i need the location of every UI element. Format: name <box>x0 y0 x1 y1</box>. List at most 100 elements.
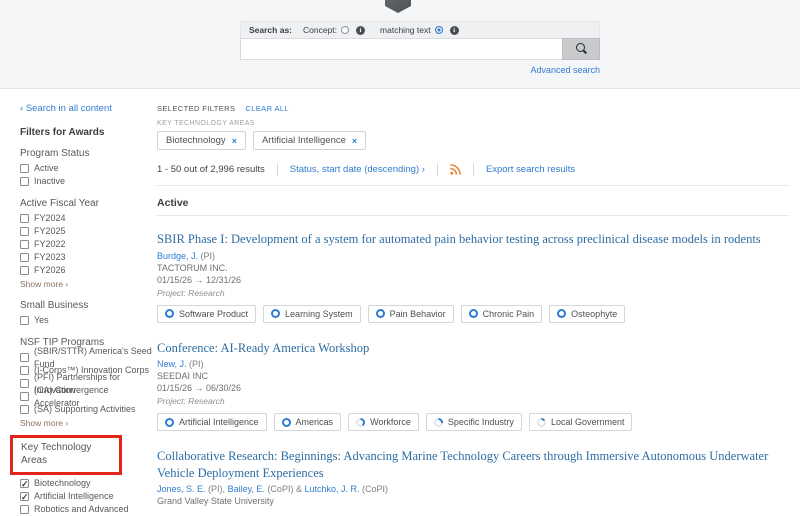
result-tags: Software Product Learning System Pain Be… <box>157 305 789 323</box>
result-authors: Burdge, J. (PI) <box>157 251 789 262</box>
results-main: SELECTED FILTERS CLEAR ALL KEY TECHNOLOG… <box>157 104 789 507</box>
filter-chip-artificial-intelligence[interactable]: Artificial Intelligence × <box>253 131 366 150</box>
author-link[interactable]: New, J. <box>157 359 187 369</box>
author-link[interactable]: Lutchko, J. R. <box>304 484 359 494</box>
chevron-right-icon: › <box>65 279 68 289</box>
rss-feed-icon[interactable] <box>450 164 461 175</box>
filter-option-fy2024[interactable]: FY2024 <box>20 212 154 225</box>
concept-tag[interactable]: Pain Behavior <box>368 305 454 323</box>
result-title-link[interactable]: SBIR Phase I: Development of a system fo… <box>157 231 789 248</box>
filter-option-inactive[interactable]: Inactive <box>20 175 154 188</box>
checkbox[interactable] <box>20 379 29 388</box>
divider <box>157 215 789 216</box>
checkbox[interactable] <box>20 479 29 488</box>
concept-info-icon[interactable]: i <box>356 26 365 35</box>
chevron-right-icon: › <box>422 164 425 175</box>
clear-all-link[interactable]: CLEAR ALL <box>245 104 289 113</box>
filter-section-key-technology-areas: Key Technology Areas Biotechnology Artif… <box>20 435 154 516</box>
concept-tag[interactable]: Software Product <box>157 305 256 323</box>
relevance-ring-icon <box>271 309 280 318</box>
concept-tag[interactable]: Learning System <box>263 305 361 323</box>
checkbox[interactable] <box>20 177 29 186</box>
result-title-link[interactable]: Collaborative Research: Beginnings: Adva… <box>157 448 789 481</box>
concept-tag[interactable]: Local Government <box>529 413 633 431</box>
checkbox[interactable] <box>20 240 29 249</box>
relevance-ring-icon <box>557 309 566 318</box>
concept-tag[interactable]: Specific Industry <box>426 413 522 431</box>
search-panel: Search as: Concept: i matching text i Ad… <box>240 21 600 75</box>
annotation-highlight-box: Key Technology Areas <box>10 435 122 475</box>
checkbox[interactable] <box>20 266 29 275</box>
author-link[interactable]: Jones, S. E. <box>157 484 206 494</box>
result-organization: SEEDAI INC <box>157 371 789 382</box>
filter-option-robotics[interactable]: Robotics and Advanced <box>20 503 154 516</box>
relevance-ring-icon <box>282 418 291 427</box>
result-tags: Artificial Intelligence Americas Workfor… <box>157 413 789 431</box>
result-item: SBIR Phase I: Development of a system fo… <box>157 231 789 323</box>
checkbox[interactable] <box>20 505 29 514</box>
concept-tag[interactable]: Chronic Pain <box>461 305 543 323</box>
checkbox[interactable] <box>20 253 29 262</box>
concept-tag[interactable]: Americas <box>274 413 342 431</box>
relevance-ring-icon <box>165 309 174 318</box>
search-button[interactable] <box>562 38 600 60</box>
filter-section-nsf-tip: NSF TIP Programs (SBIR/STTR) America's S… <box>20 336 154 429</box>
export-results-link[interactable]: Export search results <box>486 164 575 175</box>
section-title: Small Business <box>20 299 154 312</box>
result-authors: New, J. (PI) <box>157 359 789 370</box>
matching-text-radio[interactable] <box>435 26 443 34</box>
filter-chip-biotechnology[interactable]: Biotechnology × <box>157 131 246 150</box>
result-title-link[interactable]: Conference: AI-Ready America Workshop <box>157 340 789 357</box>
checkbox[interactable] <box>20 405 29 414</box>
status-group-heading: Active <box>157 197 789 209</box>
show-more-link[interactable]: Show more › <box>20 279 154 290</box>
checkbox[interactable] <box>20 392 29 401</box>
selected-filters-label: SELECTED FILTERS <box>157 104 235 113</box>
close-icon[interactable]: × <box>232 136 237 146</box>
checkbox[interactable] <box>20 214 29 223</box>
filter-option-artificial-intelligence[interactable]: Artificial Intelligence <box>20 490 154 503</box>
concept-tag[interactable]: Workforce <box>348 413 419 431</box>
checkbox[interactable] <box>20 366 29 375</box>
show-more-link[interactable]: Show more › <box>20 418 154 429</box>
filter-option-sbir[interactable]: (SBIR/STTR) America's Seed Fund <box>20 351 154 364</box>
close-icon[interactable]: × <box>352 136 357 146</box>
search-all-content-link[interactable]: ‹ Search in all content <box>20 103 154 114</box>
matching-text-info-icon[interactable]: i <box>450 26 459 35</box>
relevance-ring-icon <box>165 418 174 427</box>
checkbox[interactable] <box>20 353 29 362</box>
filter-group-label: KEY TECHNOLOGY AREAS <box>157 120 789 127</box>
filter-option-yes[interactable]: Yes <box>20 314 154 327</box>
checkbox[interactable] <box>20 492 29 501</box>
filter-section-small-business: Small Business Yes <box>20 299 154 327</box>
author-link[interactable]: Burdge, J. <box>157 251 198 261</box>
result-authors: Jones, S. E. (PI), Bailey, E. (CoPI) & L… <box>157 484 789 495</box>
filter-option-active[interactable]: Active <box>20 162 154 175</box>
filters-title: Filters for Awards <box>20 127 154 138</box>
back-chevron-icon: ‹ <box>20 103 23 114</box>
filter-option-fy2023[interactable]: FY2023 <box>20 251 154 264</box>
filter-option-ca[interactable]: (CA) Convergence Accelerator <box>20 390 154 403</box>
concept-radio[interactable] <box>341 26 349 34</box>
checkbox[interactable] <box>20 316 29 325</box>
result-dates: 01/15/26 → 06/30/26 <box>157 383 789 394</box>
section-title: Program Status <box>20 147 154 160</box>
author-link[interactable]: Bailey, E. <box>228 484 265 494</box>
checkbox[interactable] <box>20 227 29 236</box>
concept-label: Concept: <box>303 25 337 35</box>
concept-tag[interactable]: Osteophyte <box>549 305 625 323</box>
result-organization: TACTORUM INC. <box>157 263 789 274</box>
filter-option-fy2022[interactable]: FY2022 <box>20 238 154 251</box>
advanced-search-link[interactable]: Advanced search <box>240 65 600 75</box>
filter-option-biotechnology[interactable]: Biotechnology <box>20 477 154 490</box>
sort-selector[interactable]: Status, start date (descending) › <box>290 164 425 175</box>
search-input[interactable] <box>240 38 562 60</box>
result-project-type: Project: Research <box>157 288 789 298</box>
concept-tag[interactable]: Artificial Intelligence <box>157 413 267 431</box>
filter-option-fy2026[interactable]: FY2026 <box>20 264 154 277</box>
filters-sidebar: ‹ Search in all content Filters for Awar… <box>20 103 154 516</box>
filter-option-fy2025[interactable]: FY2025 <box>20 225 154 238</box>
checkbox[interactable] <box>20 164 29 173</box>
filter-option-sa[interactable]: (SA) Supporting Activities <box>20 403 154 416</box>
search-as-label: Search as: <box>249 25 292 35</box>
